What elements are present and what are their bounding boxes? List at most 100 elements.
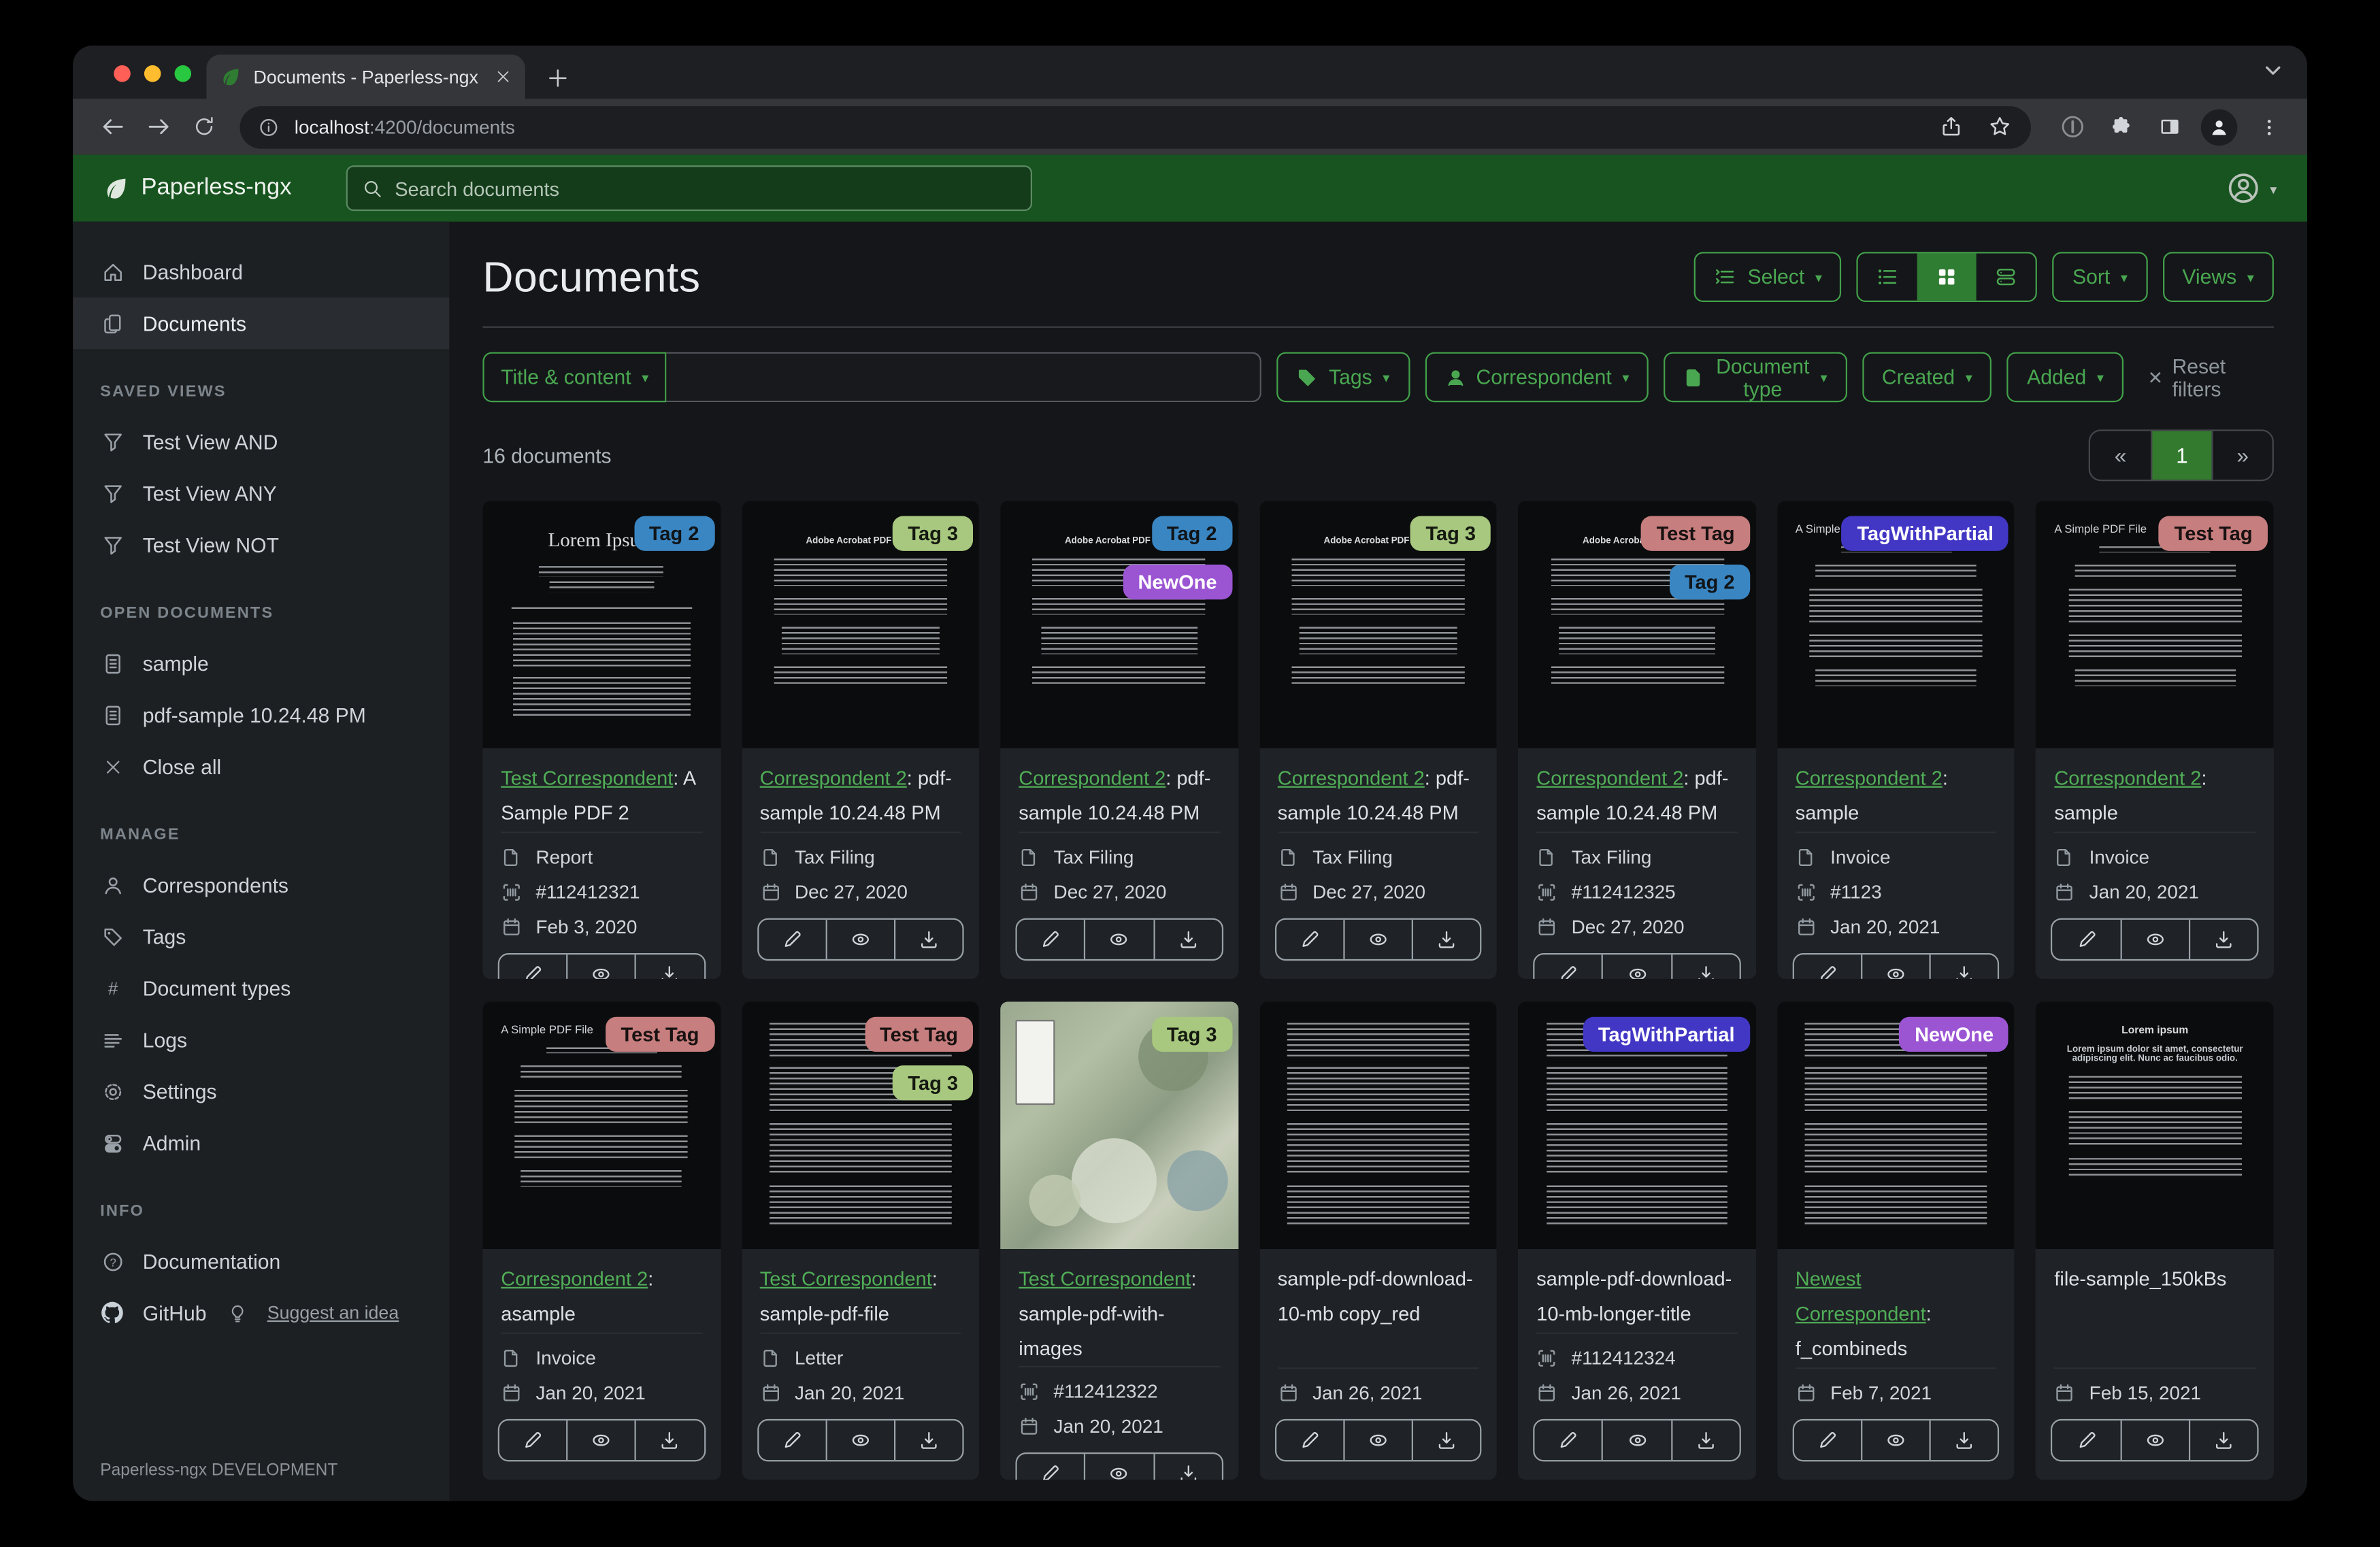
download-button[interactable]: [2188, 919, 2258, 959]
correspondent-link[interactable]: Correspondent 2: [1019, 767, 1166, 789]
correspondent-link[interactable]: Test Correspondent: [1019, 1267, 1191, 1290]
sidebar-item-document-types[interactable]: # Document types: [73, 962, 449, 1014]
minimize-window-button[interactable]: [144, 65, 161, 82]
download-button[interactable]: [1670, 954, 1739, 979]
tab-close-icon[interactable]: [495, 68, 512, 85]
views-dropdown-button[interactable]: Views ▾: [2162, 252, 2274, 302]
correspondent-link[interactable]: Correspondent 2: [1278, 767, 1425, 789]
filter-text-input[interactable]: [667, 352, 1262, 403]
view-button[interactable]: [1084, 919, 1153, 959]
download-button[interactable]: [1411, 919, 1481, 959]
address-bar[interactable]: localhost:4200/documents: [239, 105, 2031, 148]
edit-button[interactable]: [2053, 1420, 2120, 1460]
edit-button[interactable]: [758, 920, 825, 959]
edit-button[interactable]: [1017, 1454, 1085, 1480]
correspondent-link[interactable]: Test Correspondent: [760, 1267, 932, 1290]
sidebar-item-documentation[interactable]: ? Documentation: [73, 1235, 449, 1287]
sort-dropdown-button[interactable]: Sort ▾: [2053, 252, 2148, 302]
filter-correspondent-dropdown[interactable]: Correspondent ▾: [1424, 352, 1649, 403]
view-button[interactable]: [825, 1420, 894, 1461]
tag-badge[interactable]: TagWithPartial: [1842, 516, 2009, 551]
user-menu[interactable]: ▾: [2228, 171, 2277, 205]
view-button[interactable]: [1084, 1454, 1153, 1480]
download-button[interactable]: [1929, 1420, 1998, 1461]
tag-badge[interactable]: NewOne: [1123, 564, 1232, 600]
edit-button[interactable]: [758, 1420, 825, 1460]
search-input[interactable]: [395, 176, 1016, 200]
sidebar-item-correspondents[interactable]: Correspondents: [73, 859, 449, 911]
suggest-idea-link[interactable]: Suggest an idea: [267, 1302, 399, 1323]
document-card[interactable]: A Simple PDF File Test Tag Correspondent 2…: [2036, 501, 2274, 979]
view-detail-button[interactable]: [1977, 254, 2036, 301]
sidebar-saved-view[interactable]: Test View NOT: [73, 519, 449, 571]
edit-button[interactable]: [1276, 920, 1344, 959]
sidebar-saved-view[interactable]: Test View AND: [73, 416, 449, 467]
document-card[interactable]: Adobe Acrobat PDF Files Tag 3 Corresponden…: [1259, 501, 1498, 979]
edit-button[interactable]: [1535, 1420, 1602, 1460]
correspondent-link[interactable]: Newest Correspondent: [1796, 1267, 1926, 1325]
tag-badge[interactable]: TagWithPartial: [1583, 1016, 1750, 1052]
page-1-button[interactable]: 1: [2151, 431, 2212, 480]
view-button[interactable]: [1602, 954, 1671, 979]
sidebar-item-documents[interactable]: Documents: [73, 297, 450, 350]
tag-badge[interactable]: Tag 3: [893, 516, 974, 551]
view-button[interactable]: [1602, 1420, 1671, 1461]
document-card[interactable]: A Simple PDF FileTagWithPartialCorrespon…: [1777, 501, 2015, 979]
download-button[interactable]: [2188, 1420, 2258, 1461]
global-search[interactable]: [346, 165, 1033, 212]
document-card[interactable]: Adobe Acrobat PDF Files Tag 3 Corresponden…: [741, 501, 980, 979]
document-card[interactable]: Tag 3 Test Correspondent: sample-pdf-with…: [1000, 1001, 1238, 1480]
back-button[interactable]: [94, 109, 131, 146]
document-card[interactable]: Test Tag Tag 3 Test Correspondent: sample-…: [741, 1001, 980, 1480]
browser-profile-avatar[interactable]: [2200, 108, 2238, 146]
app-brand[interactable]: Paperless-ngx: [103, 175, 292, 202]
tag-badge[interactable]: Tag 2: [1669, 564, 1750, 600]
view-button[interactable]: [2119, 1420, 2189, 1461]
correspondent-link[interactable]: Correspondent 2: [2054, 767, 2201, 789]
tab-search-chevron-icon[interactable]: [2263, 61, 2283, 80]
tag-badge[interactable]: Test Tag: [2159, 516, 2268, 551]
edit-button[interactable]: [1794, 954, 1862, 979]
site-info-icon[interactable]: [258, 116, 279, 137]
view-button[interactable]: [2119, 919, 2189, 959]
correspondent-link[interactable]: Correspondent 2: [1536, 767, 1683, 789]
sidebar-item-tags[interactable]: Tags: [73, 911, 449, 963]
download-button[interactable]: [1153, 919, 1221, 959]
download-button[interactable]: [1411, 1420, 1481, 1461]
url-text[interactable]: localhost:4200/documents: [295, 113, 1919, 140]
sidebar-item-admin[interactable]: Admin: [73, 1117, 449, 1169]
sidebar-item-github[interactable]: GitHub Suggest an idea: [73, 1287, 449, 1339]
window-controls[interactable]: [114, 65, 192, 82]
sidebar-item-logs[interactable]: Logs: [73, 1014, 449, 1065]
filter-added-dropdown[interactable]: Added ▾: [2007, 352, 2123, 403]
document-card[interactable]: Adobe Acrobat PDF Files Test Tag Tag 2 Corr…: [1518, 501, 1756, 979]
view-button[interactable]: [566, 1420, 635, 1461]
page-prev-button[interactable]: «: [2090, 431, 2151, 480]
tag-badge[interactable]: Tag 3: [1151, 1016, 1232, 1052]
download-button[interactable]: [893, 919, 963, 959]
sidebar-item-settings[interactable]: Settings: [73, 1065, 449, 1117]
download-button[interactable]: [635, 954, 704, 979]
correspondent-link[interactable]: Correspondent 2: [760, 767, 907, 789]
edit-button[interactable]: [1535, 954, 1602, 979]
tag-badge[interactable]: Tag 2: [633, 516, 714, 551]
document-card[interactable]: Lorem ipsum Lorem ipsum dolor sit amet, c…: [2036, 1001, 2274, 1480]
extensions-puzzle-icon[interactable]: [2104, 110, 2137, 144]
view-list-button[interactable]: [1858, 254, 1917, 301]
tag-badge[interactable]: Tag 3: [893, 1065, 974, 1101]
view-button[interactable]: [1343, 919, 1412, 959]
menu-kebab-icon[interactable]: [2253, 110, 2286, 144]
view-button[interactable]: [1861, 1420, 1930, 1461]
view-button[interactable]: [566, 954, 635, 979]
download-button[interactable]: [1929, 954, 1998, 979]
filter-document-type-dropdown[interactable]: Document type ▾: [1664, 352, 1847, 403]
filter-created-dropdown[interactable]: Created ▾: [1862, 352, 1992, 403]
user-avatar-icon[interactable]: [2228, 171, 2261, 205]
view-button[interactable]: [825, 919, 894, 959]
document-card[interactable]: sample-pdf-download-10-mb copy_red Jan 26…: [1259, 1001, 1498, 1480]
edit-button[interactable]: [1276, 1420, 1344, 1460]
edit-button[interactable]: [2053, 920, 2120, 959]
reset-filters-button[interactable]: ✕ Reset filters: [2148, 354, 2274, 400]
correspondent-link[interactable]: Correspondent 2: [501, 1267, 648, 1290]
document-card[interactable]: A Simple PDF File Test Tag Correspondent 2…: [482, 1001, 721, 1480]
